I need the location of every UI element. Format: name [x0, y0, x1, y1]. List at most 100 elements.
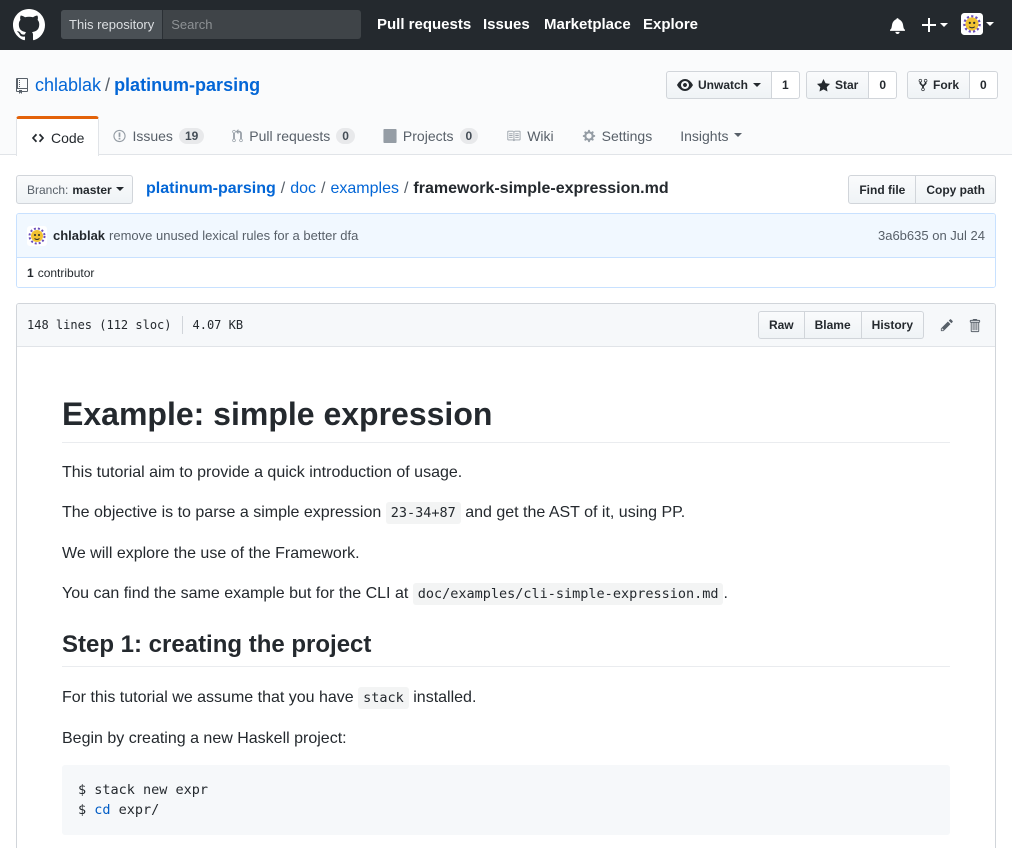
markdown-paragraph: You can find the same example but for th… — [62, 582, 728, 606]
issues-counter: 19 — [178, 127, 205, 144]
contributor-count: 1 — [27, 266, 34, 280]
history-button[interactable]: History — [861, 311, 924, 339]
github-logo-icon[interactable] — [13, 9, 45, 41]
commit-message-link[interactable]: remove unused lexical rules for a better… — [109, 228, 358, 243]
file-info-divider — [181, 316, 183, 334]
markdown-paragraph: This tutorial aim to provide a quick int… — [62, 464, 463, 481]
code-prompt: $ — [78, 801, 95, 818]
file-nav-buttons: Find file Copy path — [848, 175, 996, 204]
blame-button[interactable]: Blame — [804, 311, 862, 339]
tab-pull-requests-label: Pull requests — [249, 127, 331, 144]
contributor-label: contributor — [37, 266, 95, 280]
eye-icon — [677, 79, 693, 91]
issue-icon — [113, 129, 127, 142]
search-input[interactable] — [163, 10, 361, 39]
fork-label: Fork — [933, 78, 960, 92]
avatar-menu[interactable] — [961, 13, 994, 35]
breadcrumb-separator: / — [321, 180, 326, 197]
code-line: $ stack new expr — [78, 782, 209, 798]
file-header: 148 lines (112 sloc) 4.07 KB Raw Blame H… — [17, 304, 995, 347]
breadcrumb-doc-link[interactable]: doc — [290, 180, 316, 198]
nav-marketplace[interactable]: Marketplace — [544, 16, 631, 33]
paragraph-text: The objective is to parse a simple expre… — [62, 504, 382, 521]
paragraph-text: You can find the same example but for th… — [62, 585, 409, 602]
pencil-icon[interactable] — [940, 318, 954, 332]
tab-projects[interactable]: Projects 0 — [369, 116, 492, 155]
commit-meta: 3a6b635 on Jul 24 — [878, 228, 985, 243]
tab-code[interactable]: Code — [16, 116, 100, 156]
copy-path-button[interactable]: Copy path — [916, 175, 996, 204]
code-argument: expr/ — [110, 801, 160, 818]
markdown-heading-2: Step 1: creating the project — [62, 630, 950, 667]
tab-insights[interactable]: Insights — [666, 116, 756, 155]
unwatch-label: Unwatch — [698, 78, 749, 92]
caret-down-icon — [115, 187, 124, 191]
caret-down-icon — [986, 22, 994, 26]
markdown-paragraph: The objective is to parse a simple expre… — [62, 501, 685, 525]
tab-wiki[interactable]: Wiki — [492, 116, 567, 155]
plus-icon[interactable] — [921, 17, 949, 33]
branch-value: master — [72, 182, 112, 197]
repo-name-link[interactable]: platinum-parsing — [114, 75, 260, 96]
repo-tabs: Code Issues 19 Pull requests 0 Projects … — [16, 116, 756, 156]
stars-count[interactable]: 0 — [869, 71, 898, 99]
commit-tease: chlablak remove unused lexical rules for… — [17, 214, 995, 258]
contributors-link[interactable]: 1 contributor — [17, 258, 995, 287]
paragraph-text: For this tutorial we assume that you hav… — [62, 689, 354, 706]
tab-projects-label: Projects — [402, 127, 454, 144]
find-file-button[interactable]: Find file — [848, 175, 917, 204]
star-label: Star — [835, 78, 859, 92]
breadcrumb-examples-link[interactable]: examples — [330, 180, 398, 198]
commit-date: on Jul 24 — [932, 228, 985, 243]
raw-button[interactable]: Raw — [757, 311, 805, 339]
inline-code: 23-34+87 — [385, 502, 461, 524]
markdown-paragraph: Begin by creating a new Haskell project: — [62, 730, 347, 747]
branch-select-button[interactable]: Branch: master — [16, 175, 133, 204]
tab-insights-label: Insights — [680, 127, 729, 144]
breadcrumb: platinum-parsing / doc / examples / fram… — [146, 180, 669, 198]
repo-owner-link[interactable]: chlablak — [35, 75, 101, 96]
commit-sha-link[interactable]: 3a6b635 — [878, 228, 929, 243]
bell-icon[interactable] — [890, 17, 905, 34]
gear-icon — [582, 129, 595, 142]
tab-issues[interactable]: Issues 19 — [99, 116, 218, 155]
project-icon — [383, 128, 397, 143]
avatar[interactable] — [27, 225, 47, 246]
pull-request-icon — [232, 128, 244, 142]
repo-icon — [16, 77, 28, 94]
breadcrumb-root-link[interactable]: platinum-parsing — [146, 180, 276, 198]
commit-author-link[interactable]: chlablak — [53, 228, 105, 243]
avatar — [961, 13, 983, 35]
tab-settings[interactable]: Settings — [568, 116, 667, 155]
repo-header: chlablak / platinum-parsing Unwatch 1 St… — [0, 50, 1012, 156]
watchers-count[interactable]: 1 — [772, 71, 800, 99]
file-view-buttons: Raw Blame History — [757, 311, 924, 339]
fork-button[interactable]: Fork — [907, 71, 971, 99]
unwatch-button[interactable]: Unwatch — [666, 71, 773, 99]
pull-requests-counter: 0 — [336, 127, 355, 144]
inline-code: doc/examples/cli-simple-expression.md — [412, 583, 724, 605]
tab-wiki-label: Wiki — [527, 127, 554, 144]
nav-pull-requests[interactable]: Pull requests — [377, 16, 471, 33]
tab-issues-label: Issues — [132, 127, 173, 144]
file-viewer: 148 lines (112 sloc) 4.07 KB Raw Blame H… — [16, 303, 996, 848]
paragraph-text: . — [723, 585, 728, 602]
search-scope-label: This repository — [61, 10, 164, 39]
tab-pull-requests[interactable]: Pull requests 0 — [218, 116, 369, 155]
markdown-paragraph: For this tutorial we assume that you hav… — [62, 686, 476, 710]
code-line: $ cd expr/ — [78, 801, 934, 821]
markdown-heading-1: Example: simple expression — [62, 394, 950, 443]
nav-issues[interactable]: Issues — [483, 16, 530, 33]
search-bar: This repository — [61, 10, 361, 39]
code-keyword: cd — [94, 801, 111, 818]
fork-icon — [918, 78, 928, 92]
book-icon — [507, 130, 521, 141]
star-group: Star 0 — [806, 71, 898, 99]
caret-down-icon — [753, 82, 762, 87]
star-icon — [817, 78, 830, 92]
forks-count[interactable]: 0 — [970, 71, 998, 99]
star-button[interactable]: Star — [806, 71, 870, 99]
markdown-paragraph: We will explore the use of the Framework… — [62, 545, 360, 562]
nav-explore[interactable]: Explore — [643, 16, 698, 33]
trash-icon[interactable] — [968, 318, 981, 333]
